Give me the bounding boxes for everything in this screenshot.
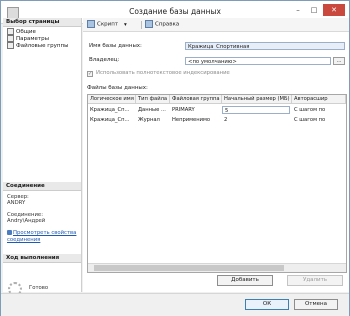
chevron-down-icon[interactable]: ▾ bbox=[124, 22, 127, 28]
table-row-cell[interactable]: PRIMARY bbox=[170, 106, 222, 114]
connection-value: Andry\Андрей bbox=[7, 218, 46, 224]
help-icon bbox=[145, 20, 153, 28]
page-icon bbox=[7, 35, 14, 42]
dialog-footer: ОК Отмена bbox=[1, 293, 349, 316]
table-row-cell[interactable]: Журнал bbox=[136, 116, 170, 124]
page-item-filegroups[interactable]: Файловые группы bbox=[7, 42, 68, 50]
toolbar: Скрипт ▾ Справка bbox=[83, 18, 349, 32]
owner-input[interactable]: <по умолчанию> bbox=[185, 57, 331, 65]
table-row-cell[interactable]: Кражица_Сп... bbox=[88, 116, 136, 124]
progress-status: Готово bbox=[29, 285, 49, 291]
page-icon bbox=[7, 28, 14, 35]
grid-header-file-type[interactable]: Тип файла bbox=[136, 95, 170, 104]
progress-header: Ход выполнения bbox=[3, 254, 81, 263]
create-database-dialog: Создание базы данных – □ ✕ Выбор страниц… bbox=[0, 0, 350, 316]
initial-size-input[interactable]: 5 bbox=[222, 106, 290, 114]
main-panel: Скрипт ▾ Справка Имя базы данных: Кражица… bbox=[83, 18, 349, 292]
table-row-cell[interactable]: Данные ... bbox=[136, 106, 170, 114]
pages-header: Выбор страницы bbox=[3, 18, 81, 27]
db-name-input[interactable]: Кражица_Спортивная bbox=[185, 42, 345, 50]
script-button[interactable]: Скрипт ▾ bbox=[87, 20, 127, 29]
server-value: ANDRY bbox=[7, 200, 26, 206]
connection-header: Соединение bbox=[3, 182, 81, 191]
left-pane: Выбор страницы Общие Параметры Файловые … bbox=[3, 18, 82, 296]
minimize-button[interactable]: – bbox=[291, 4, 305, 16]
connection-properties-link[interactable]: Просмотреть свойства соединения bbox=[7, 230, 79, 244]
owner-browse-button[interactable]: ... bbox=[333, 57, 345, 65]
add-button[interactable]: Добавить bbox=[217, 275, 273, 286]
grid-header-logical-name[interactable]: Логическое имя bbox=[88, 95, 136, 104]
maximize-button[interactable]: □ bbox=[307, 4, 321, 16]
table-row-cell[interactable]: 2 bbox=[222, 116, 290, 124]
table-row-cell[interactable]: Неприменимо bbox=[170, 116, 222, 124]
table-row-cell[interactable]: С шагом по bbox=[292, 116, 346, 124]
fulltext-checkbox[interactable]: ✓ bbox=[87, 71, 93, 77]
toolbar-separator bbox=[141, 21, 142, 29]
remove-button[interactable]: Удалить bbox=[287, 275, 343, 286]
scrollbar-thumb[interactable] bbox=[94, 265, 284, 271]
ok-button[interactable]: ОК bbox=[245, 299, 289, 310]
script-icon bbox=[87, 20, 95, 28]
grid-header-initial-size[interactable]: Начальный размер (МБ) bbox=[222, 95, 292, 104]
fulltext-label: Использовать полнотекстовое индексирован… bbox=[96, 70, 230, 76]
help-button[interactable]: Справка bbox=[145, 20, 179, 29]
db-name-label: Имя базы данных: bbox=[89, 43, 142, 49]
table-row-cell[interactable]: С шагом по bbox=[292, 106, 346, 114]
db-files-grid[interactable]: Логическое имя Тип файла Файловая группа… bbox=[87, 94, 347, 273]
horizontal-scrollbar[interactable] bbox=[88, 263, 346, 272]
owner-label: Владелец: bbox=[89, 57, 120, 63]
grid-header-autogrowth[interactable]: Авторасшир bbox=[292, 95, 346, 104]
db-files-label: Файлы базы данных: bbox=[87, 85, 148, 91]
page-icon bbox=[7, 42, 14, 49]
close-button[interactable]: ✕ bbox=[323, 4, 345, 16]
link-icon bbox=[7, 230, 12, 235]
page-item-label: Файловые группы bbox=[16, 43, 69, 49]
grid-header-filegroup[interactable]: Файловая группа bbox=[170, 95, 222, 104]
table-row-cell[interactable]: Кражица_Сп... bbox=[88, 106, 136, 114]
cancel-button[interactable]: Отмена bbox=[294, 299, 338, 310]
